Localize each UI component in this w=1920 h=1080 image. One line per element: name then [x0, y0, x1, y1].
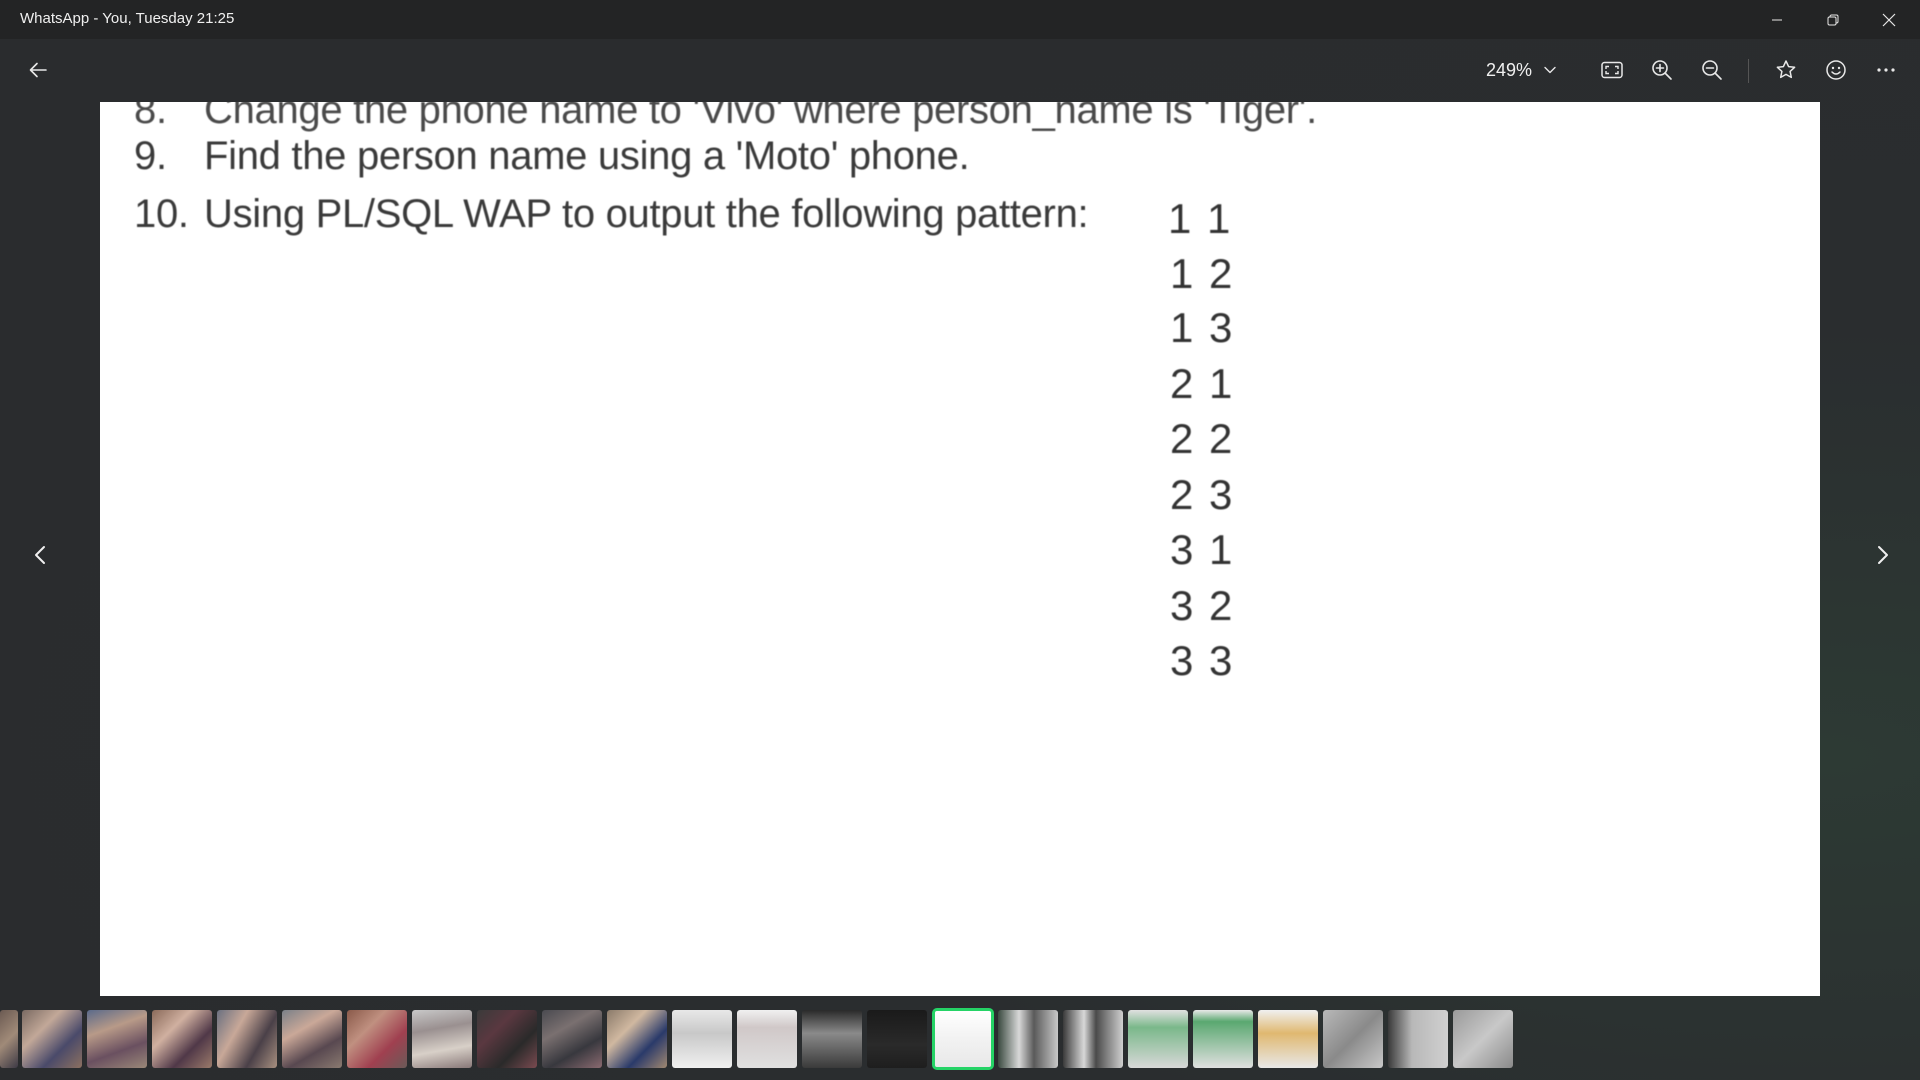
pattern-row: 2 1 [1170, 360, 1235, 407]
toolbar-divider [1748, 59, 1749, 83]
window-title: WhatsApp - You, Tuesday 21:25 [20, 10, 235, 27]
thumbnail[interactable] [737, 1010, 797, 1068]
pattern-row: 1 2 [1170, 250, 1235, 297]
line-text: Find the person name using a 'Moto' phon… [204, 134, 970, 178]
title-bar: WhatsApp - You, Tuesday 21:25 [0, 0, 1920, 39]
more-options-button[interactable] [1868, 53, 1904, 87]
react-button[interactable] [1818, 53, 1854, 87]
previous-image-button[interactable] [20, 535, 60, 575]
thumbnail[interactable] [1193, 1010, 1253, 1068]
fit-to-window-button[interactable] [1594, 53, 1630, 87]
thumbnail[interactable] [1063, 1010, 1123, 1068]
back-button[interactable] [20, 53, 56, 87]
thumbnail[interactable] [1388, 1010, 1448, 1068]
smiley-icon [1826, 60, 1846, 80]
thumbnail[interactable] [22, 1010, 82, 1068]
pattern-row: 3 2 [1170, 582, 1235, 629]
thumbnail[interactable] [802, 1010, 862, 1068]
zoom-level-dropdown[interactable]: 249% [1480, 53, 1562, 87]
pattern-row: 1 1 [1168, 195, 1233, 242]
thumbnail-selected[interactable] [932, 1008, 994, 1070]
thumbnail[interactable] [1323, 1010, 1383, 1068]
thumbnail[interactable] [542, 1010, 602, 1068]
arrow-left-icon [29, 62, 47, 78]
thumbnail[interactable] [0, 1010, 18, 1068]
line-text: Using PL/SQL WAP to output the following… [204, 192, 1089, 236]
chevron-down-icon [1544, 66, 1556, 74]
viewer-toolbar: 249% [0, 39, 1920, 101]
pattern-row: 3 1 [1170, 526, 1235, 573]
line-number: 10. [134, 192, 189, 236]
thumbnail[interactable] [1453, 1010, 1513, 1068]
document-image: 8. Change the phone name to 'Vivo' where… [100, 102, 1820, 996]
thumbnail[interactable] [1128, 1010, 1188, 1068]
thumbnail[interactable] [152, 1010, 212, 1068]
thumbnail[interactable] [1258, 1010, 1318, 1068]
minimize-icon [1772, 19, 1782, 20]
minimize-button[interactable] [1752, 0, 1802, 39]
pattern-row: 1 3 [1170, 304, 1235, 351]
close-icon [1882, 13, 1896, 26]
zoom-level-value: 249% [1486, 59, 1533, 80]
line-number: 8. [134, 102, 167, 132]
thumbnail[interactable] [347, 1010, 407, 1068]
zoom-in-icon [1652, 60, 1672, 80]
thumbnail[interactable] [998, 1010, 1058, 1068]
more-horizontal-icon [1877, 68, 1895, 72]
restore-button[interactable] [1808, 0, 1858, 39]
thumbnail[interactable] [672, 1010, 732, 1068]
star-icon [1776, 60, 1796, 79]
pattern-row: 3 3 [1170, 637, 1235, 684]
close-button[interactable] [1864, 0, 1914, 39]
chevron-left-icon [35, 546, 45, 564]
image-viewport[interactable]: 8. Change the phone name to 'Vivo' where… [100, 102, 1820, 996]
pattern-row: 2 3 [1170, 471, 1235, 518]
line-text: Change the phone name to 'Vivo' where pe… [204, 102, 1317, 132]
zoom-out-button[interactable] [1694, 53, 1730, 87]
chevron-right-icon [1878, 546, 1888, 564]
thumbnail-filmstrip [0, 1008, 1920, 1072]
restore-icon [1827, 14, 1839, 25]
next-image-button[interactable] [1863, 535, 1903, 575]
fit-to-window-icon [1601, 61, 1623, 79]
pattern-row: 2 2 [1170, 415, 1235, 462]
thumbnail[interactable] [87, 1010, 147, 1068]
thumbnail[interactable] [282, 1010, 342, 1068]
thumbnail[interactable] [217, 1010, 277, 1068]
zoom-in-button[interactable] [1644, 53, 1680, 87]
thumbnail[interactable] [412, 1010, 472, 1068]
zoom-out-icon [1702, 60, 1722, 80]
thumbnail[interactable] [477, 1010, 537, 1068]
photo-viewer-window: WhatsApp - You, Tuesday 21:25 249% 8. Ch… [0, 0, 1920, 1080]
favorite-button[interactable] [1768, 53, 1804, 87]
line-number: 9. [134, 134, 167, 178]
thumbnail[interactable] [867, 1010, 927, 1068]
thumbnail[interactable] [607, 1010, 667, 1068]
